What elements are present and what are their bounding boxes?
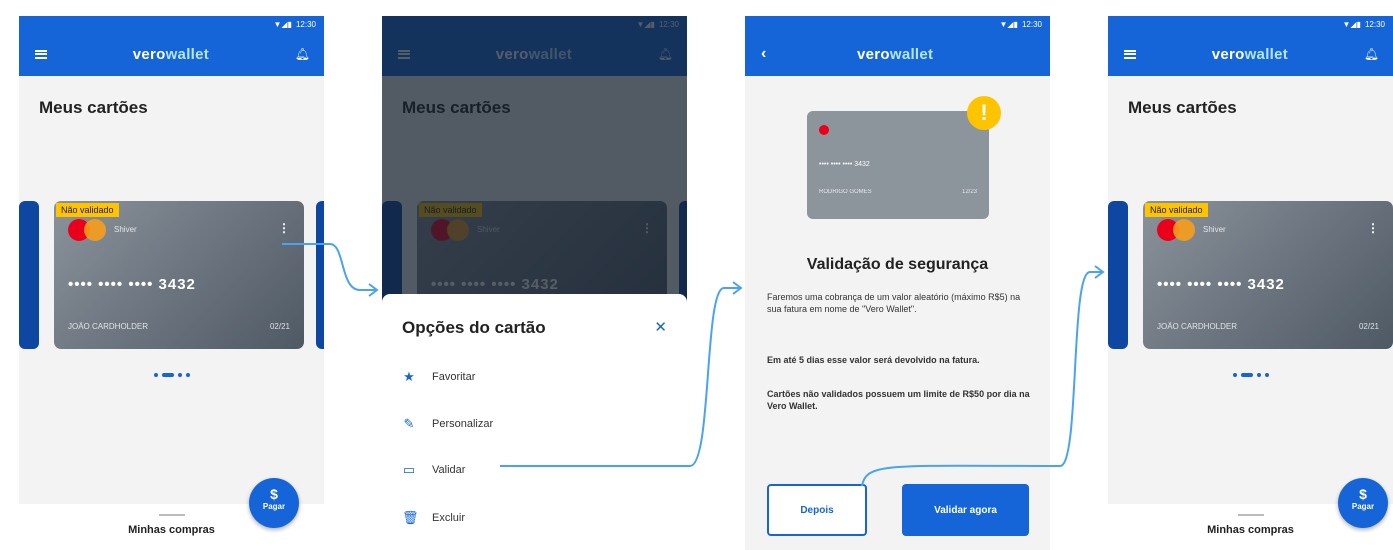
- pencil-icon: ✎: [403, 416, 415, 431]
- next-card[interactable]: [316, 201, 324, 349]
- back-icon[interactable]: ‹: [761, 45, 766, 63]
- app-logo: verowallet: [1211, 45, 1289, 63]
- arrowhead-3: [1094, 265, 1105, 279]
- my-purchases-label: Minhas compras: [1207, 524, 1294, 536]
- menu-icon[interactable]: [35, 49, 47, 59]
- status-time: 12:30: [295, 19, 316, 29]
- credit-card[interactable]: Não validado Shiver ⋮ •••• •••• •••• 343…: [54, 201, 304, 349]
- status-bar: ▼◢▮12:30: [745, 16, 1050, 32]
- card-holder: RODRIGO GOMES: [819, 189, 872, 195]
- dollar-icon: $: [270, 486, 278, 502]
- sheet-title: Opções do cartão: [402, 318, 546, 337]
- kebab-menu-icon[interactable]: ⋮: [278, 221, 290, 235]
- screen-card-options: ▼◢▮12:30 verowallet 🔔︎ Meus cartões Não …: [382, 16, 687, 550]
- screen-my-cards: ▼◢▮ 12:30 verowallet 🔔︎ Meus cartões Não …: [19, 16, 324, 550]
- carousel-dots: [19, 366, 324, 384]
- option-favoritar[interactable]: ★ Favoritar: [402, 367, 475, 387]
- screen-security-validation: ▼◢▮ 12:30 ‹ verowallet •••• •••• •••• 343…: [745, 16, 1050, 550]
- carousel-dots: [1108, 366, 1393, 384]
- later-button[interactable]: Depois: [767, 484, 867, 536]
- app-bar: verowallet 🔔︎: [1108, 32, 1393, 76]
- app-logo: verowallet: [132, 45, 210, 63]
- arrowhead-1: [368, 283, 379, 297]
- pay-fab-button[interactable]: $ Pagar: [249, 478, 299, 528]
- card-options-sheet: Opções do cartão ✕ ★ Favoritar ✎ Personali…: [382, 294, 687, 550]
- option-excluir[interactable]: 🗑︎ Excluir: [402, 508, 465, 528]
- app-bar: ‹ verowallet: [745, 32, 1050, 76]
- status-bar: ▼◢▮12:30: [19, 16, 324, 32]
- card-expiry: 12/23: [961, 189, 977, 195]
- validation-paragraph-3: Cartões não validados possuem um limite …: [767, 389, 1030, 411]
- pay-label: Pagar: [1351, 502, 1375, 511]
- card-holder: JOÃO CARDHOLDER: [68, 322, 149, 331]
- validation-paragraph-1: Faremos uma cobrança de um valor aleatór…: [767, 292, 1021, 314]
- card-expiry: 02/21: [269, 322, 290, 331]
- card-brand-text: Shiver: [114, 225, 137, 234]
- option-personalizar[interactable]: ✎ Personalizar: [402, 414, 494, 434]
- menu-icon[interactable]: [1124, 49, 1136, 59]
- mastercard-icon: [68, 219, 108, 241]
- warning-icon: !: [967, 96, 1001, 130]
- pay-label: Pagar: [262, 502, 286, 511]
- screen-my-cards-result: ▼◢▮ 12:30 verowallet 🔔︎ Meus cartões Não …: [1108, 16, 1393, 550]
- mastercard-icon: [1157, 219, 1197, 241]
- option-validar[interactable]: ▭ Validar: [402, 460, 466, 480]
- kebab-menu-icon[interactable]: ⋮: [1367, 221, 1379, 235]
- mastercard-icon: [819, 125, 829, 135]
- status-icons: ▼◢▮: [273, 19, 292, 29]
- star-icon: ★: [403, 369, 415, 384]
- notification-bell-icon[interactable]: 🔔︎: [295, 47, 310, 61]
- arrowhead-2: [732, 281, 743, 295]
- app-logo: verowallet: [856, 45, 934, 63]
- previous-card[interactable]: [1108, 201, 1128, 349]
- card-brand-text: Shiver: [1203, 225, 1226, 234]
- card-expiry: 02/21: [1358, 322, 1379, 331]
- card-number: •••• •••• •••• 3432: [819, 161, 870, 168]
- card-preview: •••• •••• •••• 3432 RODRIGO GOMES 12/23: [807, 111, 989, 219]
- card-holder: JOÃO CARDHOLDER: [1157, 322, 1238, 331]
- close-icon[interactable]: ✕: [654, 318, 667, 336]
- notification-bell-icon[interactable]: 🔔︎: [1364, 47, 1379, 61]
- trash-icon: 🗑︎: [402, 510, 419, 525]
- previous-card[interactable]: [19, 201, 39, 349]
- validation-paragraph-2: Em até 5 dias esse valor será devolvido …: [767, 355, 980, 365]
- card-icon: ▭: [402, 462, 416, 477]
- drag-handle[interactable]: [158, 514, 185, 516]
- validation-title: Validação de segurança: [806, 256, 989, 273]
- not-validated-badge: Não validado: [1145, 203, 1208, 217]
- app-bar: verowallet 🔔︎: [19, 32, 324, 76]
- status-bar: ▼◢▮12:30: [1108, 16, 1393, 32]
- card-number: •••• •••• •••• 3432: [68, 276, 196, 293]
- drag-handle[interactable]: [1237, 514, 1264, 516]
- pay-fab-button[interactable]: $ Pagar: [1338, 478, 1388, 528]
- not-validated-badge: Não validado: [56, 203, 119, 217]
- credit-card[interactable]: Não validado Shiver ⋮ •••• •••• •••• 343…: [1143, 201, 1393, 349]
- card-number: •••• •••• •••• 3432: [1157, 276, 1285, 293]
- dollar-icon: $: [1359, 486, 1367, 502]
- page-title: Meus cartões: [1128, 98, 1237, 117]
- page-title: Meus cartões: [39, 98, 148, 117]
- validate-now-button[interactable]: Validar agora: [902, 484, 1029, 536]
